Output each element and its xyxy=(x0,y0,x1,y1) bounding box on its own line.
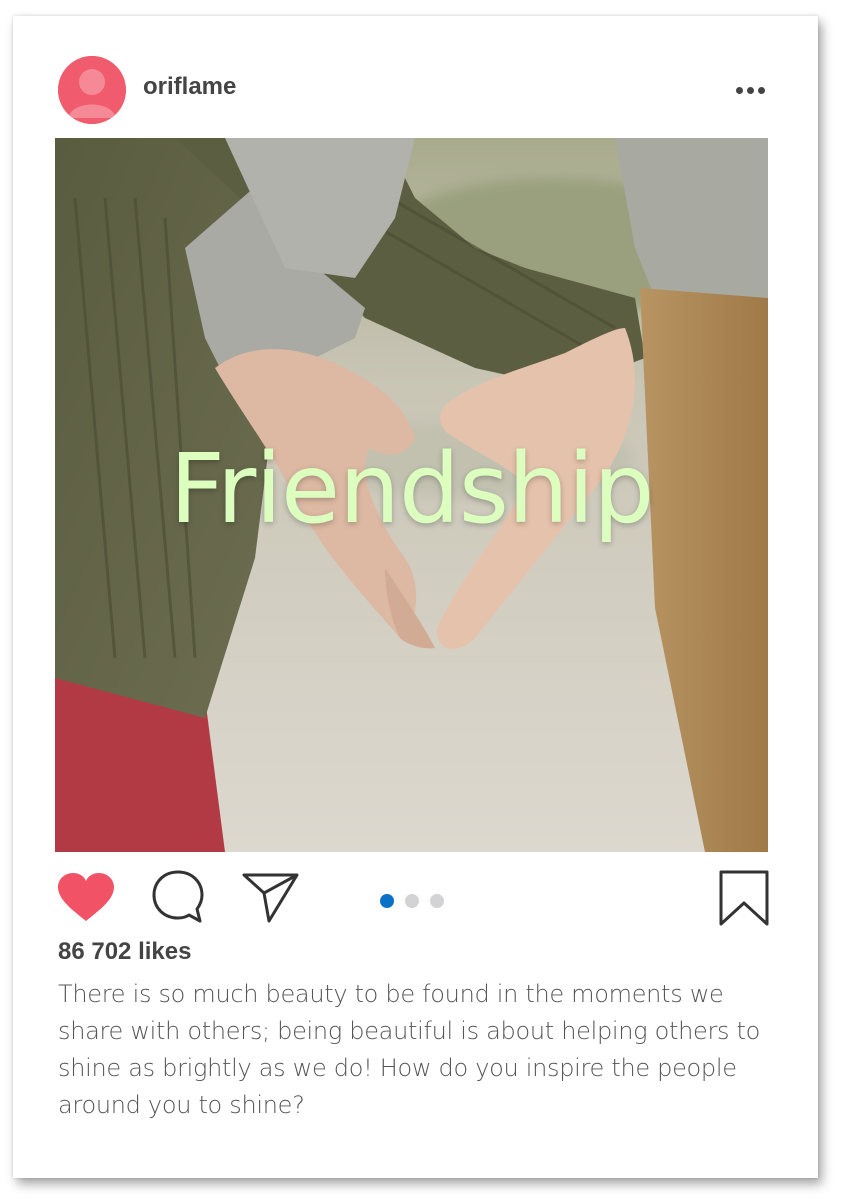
likes-count[interactable]: 86 702 likes xyxy=(58,938,191,966)
action-bar xyxy=(13,861,818,931)
carousel-dot[interactable] xyxy=(380,894,394,908)
carousel-dot[interactable] xyxy=(430,894,444,908)
heart-icon xyxy=(58,873,114,921)
post-caption: There is so much beauty to be found in t… xyxy=(58,980,761,1119)
more-dot xyxy=(736,86,743,94)
more-dot xyxy=(747,86,754,94)
bookmark-icon xyxy=(719,870,769,926)
user-avatar-icon xyxy=(58,56,126,124)
post-image[interactable]: Friendship xyxy=(55,138,768,852)
carousel-indicator xyxy=(380,894,444,908)
send-icon xyxy=(242,873,299,923)
comment-button[interactable] xyxy=(151,869,205,930)
comment-icon xyxy=(152,870,204,923)
post-header: oriflame xyxy=(13,16,818,138)
avatar[interactable] xyxy=(58,56,126,124)
more-dot xyxy=(758,86,765,94)
like-button[interactable] xyxy=(57,873,115,928)
more-options-icon[interactable] xyxy=(736,76,776,104)
image-title: Friendship xyxy=(169,433,655,545)
carousel-dot[interactable] xyxy=(405,894,419,908)
username[interactable]: oriflame xyxy=(143,73,236,101)
bookmark-button[interactable] xyxy=(718,869,770,932)
post-card: oriflame Friendship 86 702 likes There i… xyxy=(13,16,818,1178)
share-button[interactable] xyxy=(241,869,301,930)
